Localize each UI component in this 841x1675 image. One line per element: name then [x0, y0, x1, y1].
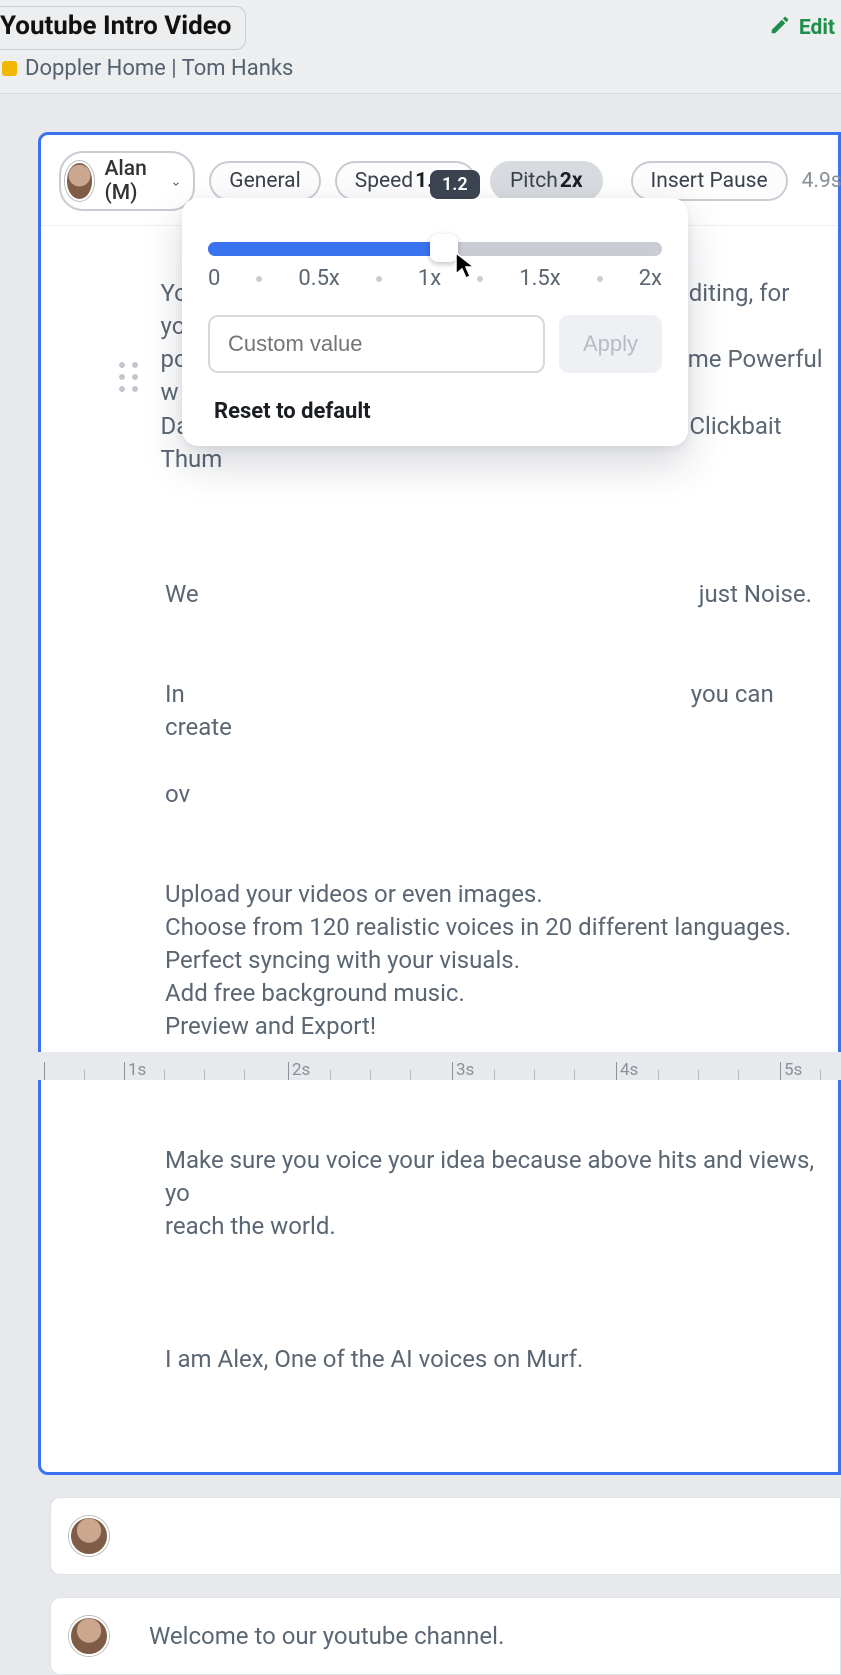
slider-value-badge: 1.2 — [430, 170, 480, 199]
avatar — [69, 1516, 109, 1556]
edit-label: Edit — [799, 16, 835, 40]
cursor-icon — [454, 252, 476, 284]
custom-value-input[interactable] — [208, 315, 545, 373]
scale-dot — [597, 276, 603, 282]
timeline-label: 5s — [784, 1060, 802, 1080]
avatar — [69, 1616, 109, 1656]
scale-dot — [376, 276, 382, 282]
timeline-ruler[interactable]: 1s 2s 3s 4s 5s — [0, 1052, 841, 1080]
project-color-icon — [2, 61, 17, 76]
timeline-label: 4s — [620, 1060, 638, 1080]
general-pill[interactable]: General — [209, 161, 320, 201]
voice-name: Alan (M) — [104, 157, 161, 205]
scale-label-1: 0.5x — [298, 266, 339, 291]
pitch-pill[interactable]: Pitch 2x — [490, 161, 603, 201]
page-title[interactable]: Youtube Intro Video — [0, 6, 246, 50]
voice-selector[interactable]: Alan (M) — [59, 151, 195, 211]
scale-label-2: 1x — [418, 266, 441, 291]
insert-pause-button[interactable]: Insert Pause — [631, 161, 788, 201]
apply-button[interactable]: Apply — [559, 315, 662, 373]
timeline-label: 3s — [456, 1060, 474, 1080]
timeline-label: 2s — [292, 1060, 310, 1080]
scale-dot — [477, 276, 483, 282]
pencil-icon — [769, 14, 791, 42]
header: Youtube Intro Video Edit Doppler Home | … — [0, 0, 841, 94]
reset-default-button[interactable]: Reset to default — [208, 399, 662, 424]
script-text-continued[interactable]: We just Noise. In you can create — [41, 545, 838, 1443]
script-block-2[interactable] — [50, 1497, 841, 1575]
chevron-down-icon — [171, 174, 181, 188]
scale-label-4: 2x — [639, 266, 662, 291]
scale-label-3: 1.5x — [519, 266, 560, 291]
breadcrumb-text: Doppler Home | Tom Hanks — [25, 56, 293, 81]
scale-label-0: 0 — [208, 266, 220, 291]
timeline-label: 1s — [128, 1060, 146, 1080]
speed-slider[interactable] — [208, 242, 662, 256]
script-block-3[interactable]: Welcome to our youtube channel. — [50, 1597, 841, 1675]
block-duration: 4.9s | — [802, 169, 841, 193]
scale-dot — [256, 276, 262, 282]
speed-popover: 1.2 0 0.5x 1x 1.5x 2x Apply Reset to def… — [182, 198, 688, 446]
drag-handle-icon[interactable] — [113, 356, 145, 396]
edit-button[interactable]: Edit — [769, 14, 835, 42]
script-block-3-text: Welcome to our youtube channel. — [149, 1622, 504, 1650]
slider-fill — [208, 242, 440, 256]
avatar — [65, 161, 94, 201]
breadcrumb[interactable]: Doppler Home | Tom Hanks — [0, 56, 841, 81]
slider-scale: 0 0.5x 1x 1.5x 2x — [208, 266, 662, 291]
